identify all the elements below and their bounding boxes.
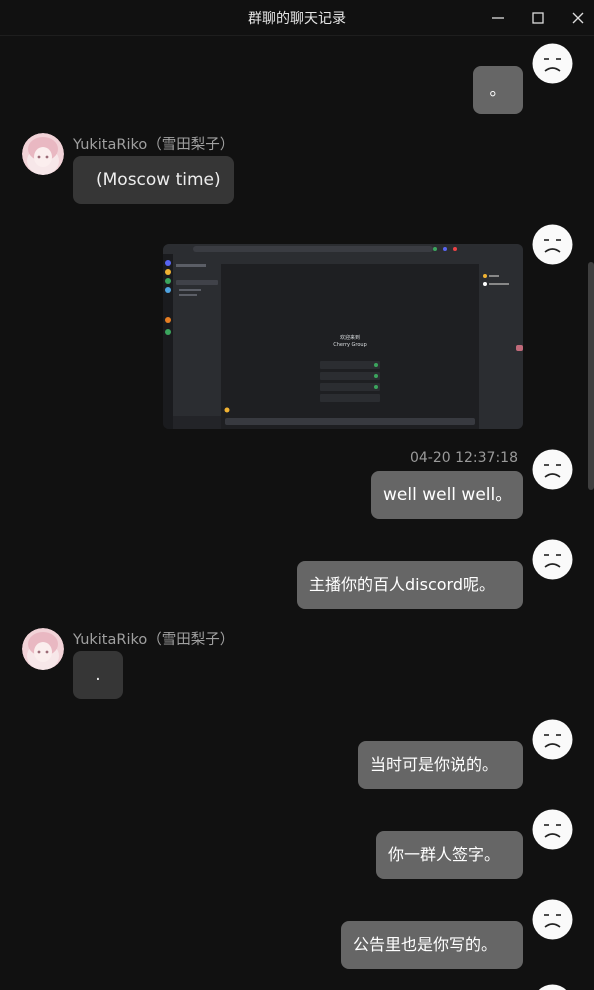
title-bar: 群聊的聊天记录 bbox=[0, 0, 594, 36]
message-bubble[interactable]: well well well。 bbox=[371, 471, 523, 519]
sad-face-avatar[interactable] bbox=[532, 984, 573, 990]
message-bubble[interactable]: (Moscow time) bbox=[73, 156, 234, 204]
message-bubble[interactable]: 。 bbox=[473, 66, 523, 114]
sender-name: YukitaRiko（雪田梨子） bbox=[73, 632, 235, 648]
image-message[interactable]: 欢迎来到 Cherry Group bbox=[163, 244, 523, 429]
discord-screenshot-image: 欢迎来到 Cherry Group bbox=[163, 244, 523, 429]
message-timestamp: 04-20 12:37:18 bbox=[409, 450, 518, 466]
minimize-icon[interactable] bbox=[486, 6, 510, 30]
scrollbar[interactable] bbox=[588, 36, 594, 990]
sad-face-avatar[interactable] bbox=[532, 539, 573, 580]
sad-face-avatar[interactable] bbox=[532, 719, 573, 760]
message-bubble[interactable]: 公告里也是你写的。 bbox=[341, 921, 523, 969]
maximize-icon[interactable] bbox=[526, 6, 550, 30]
message-bubble[interactable]: . bbox=[73, 651, 123, 699]
screenshot-heading: 欢迎来到 bbox=[340, 334, 360, 341]
message-bubble[interactable]: 你一群人签字。 bbox=[376, 831, 523, 879]
sad-face-avatar[interactable] bbox=[532, 43, 573, 84]
sender-name: YukitaRiko（雪田梨子） bbox=[73, 137, 235, 153]
message-bubble[interactable]: 主播你的百人discord呢。 bbox=[297, 561, 523, 609]
sad-face-avatar[interactable] bbox=[532, 224, 573, 265]
sad-face-avatar[interactable] bbox=[532, 899, 573, 940]
sad-face-avatar[interactable] bbox=[532, 809, 573, 850]
anime-girl-avatar[interactable] bbox=[22, 628, 64, 670]
message-bubble[interactable]: 当时可是你说的。 bbox=[358, 741, 523, 789]
screenshot-server-name: Cherry Group bbox=[333, 342, 367, 348]
image-edge-marker bbox=[516, 345, 523, 351]
sad-face-avatar[interactable] bbox=[532, 449, 573, 490]
scrollbar-thumb[interactable] bbox=[588, 262, 594, 490]
anime-girl-avatar[interactable] bbox=[22, 133, 64, 175]
close-icon[interactable] bbox=[566, 6, 590, 30]
